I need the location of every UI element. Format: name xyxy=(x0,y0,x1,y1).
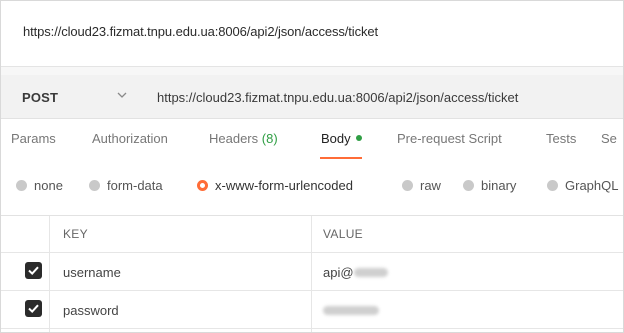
request-title-bar: https://cloud23.fizmat.tnpu.edu.ua:8006/… xyxy=(1,1,623,67)
url-input[interactable]: https://cloud23.fizmat.tnpu.edu.ua:8006/… xyxy=(157,90,518,105)
request-title[interactable]: https://cloud23.fizmat.tnpu.edu.ua:8006/… xyxy=(23,24,378,39)
radio-graphql[interactable]: GraphQL xyxy=(547,178,618,193)
tab-body[interactable]: Body xyxy=(321,131,362,146)
redacted-value xyxy=(323,306,379,315)
tab-headers[interactable]: Headers (8) xyxy=(209,131,278,146)
value-field[interactable] xyxy=(323,303,379,318)
row-enabled-checkbox[interactable] xyxy=(25,300,42,317)
request-tabs: Params Authorization Headers (8) Body Pr… xyxy=(1,131,623,165)
request-bar: POST https://cloud23.fizmat.tnpu.edu.ua:… xyxy=(1,75,623,119)
table-row: password xyxy=(1,291,623,329)
radio-label: raw xyxy=(420,178,441,193)
radio-icon xyxy=(16,180,27,191)
tab-params[interactable]: Params xyxy=(11,131,56,146)
postman-window: https://cloud23.fizmat.tnpu.edu.ua:8006/… xyxy=(0,0,624,333)
separator-band xyxy=(1,67,623,75)
radio-label: x-www-form-urlencoded xyxy=(215,178,353,193)
radio-icon xyxy=(547,180,558,191)
radio-label: GraphQL xyxy=(565,178,619,193)
tab-label: Se xyxy=(601,131,617,146)
radio-raw[interactable]: raw xyxy=(402,178,441,193)
body-type-options: none form-data x-www-form-urlencoded raw… xyxy=(1,178,623,202)
key-column-header: KEY xyxy=(63,227,88,241)
radio-selected-icon xyxy=(197,180,208,191)
tab-label: Params xyxy=(11,131,56,146)
active-tab-indicator xyxy=(320,157,362,159)
redacted-value xyxy=(353,268,388,277)
tab-label: Tests xyxy=(546,131,577,146)
checkmark-icon xyxy=(28,304,39,314)
checkmark-icon xyxy=(28,266,39,276)
key-field[interactable]: username xyxy=(63,265,121,280)
table-row: username api@ xyxy=(1,253,623,291)
modified-dot-icon xyxy=(355,135,362,141)
method-select[interactable]: POST xyxy=(22,90,58,105)
tab-tests[interactable]: Tests xyxy=(546,131,576,146)
radio-binary[interactable]: binary xyxy=(463,178,516,193)
radio-icon xyxy=(89,180,100,191)
value-column-header: VALUE xyxy=(323,227,363,241)
radio-label: none xyxy=(34,178,63,193)
table-header-row: KEY VALUE xyxy=(1,216,623,253)
value-text: api@ xyxy=(323,265,354,280)
row-enabled-checkbox[interactable] xyxy=(25,262,42,279)
tab-pre-request-script[interactable]: Pre-request Script xyxy=(397,131,502,146)
value-field[interactable]: api@ xyxy=(323,265,388,280)
chevron-down-icon[interactable] xyxy=(117,90,127,103)
key-value-table: KEY VALUE username api@ password xyxy=(1,215,623,332)
radio-icon xyxy=(463,180,474,191)
key-field[interactable]: password xyxy=(63,303,119,318)
tab-settings[interactable]: Se xyxy=(601,131,617,146)
tab-label: Body xyxy=(321,131,351,146)
tab-label: Pre-request Script xyxy=(397,131,502,146)
radio-icon xyxy=(402,180,413,191)
headers-count-badge: (8) xyxy=(261,131,278,146)
radio-label: form-data xyxy=(107,178,163,193)
radio-none[interactable]: none xyxy=(16,178,63,193)
tab-label: Headers xyxy=(209,131,259,146)
tab-label: Authorization xyxy=(92,131,168,146)
radio-x-www-form-urlencoded[interactable]: x-www-form-urlencoded xyxy=(197,178,353,193)
tab-authorization[interactable]: Authorization xyxy=(92,131,168,146)
radio-form-data[interactable]: form-data xyxy=(89,178,163,193)
radio-label: binary xyxy=(481,178,517,193)
